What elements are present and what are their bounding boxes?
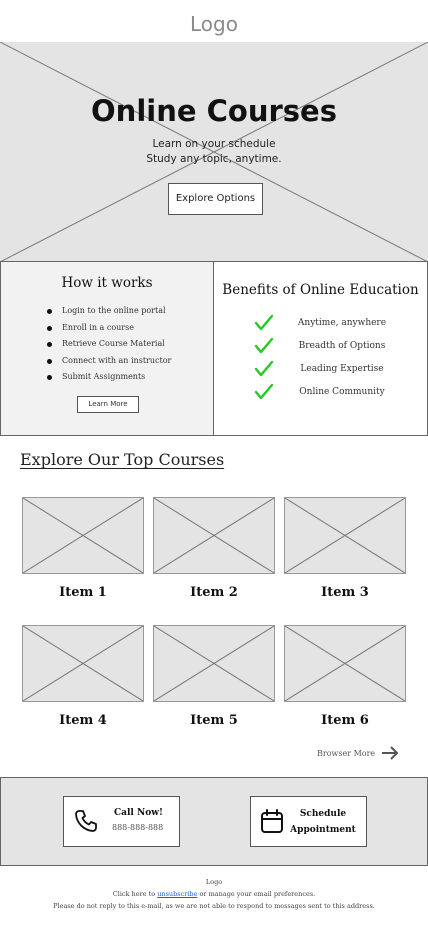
list-item: Retrieve Course Material (47, 339, 171, 356)
course-card-3[interactable]: Item 3 (284, 497, 406, 600)
info-panels: How it works Login to the online portal … (0, 262, 428, 436)
hero-subtitle-line2: Study any topic, anytime. (146, 153, 282, 165)
course-label[interactable]: Item 2 (153, 585, 275, 600)
schedule-label: Schedule Appointment (287, 806, 359, 838)
call-now-button[interactable]: Call Now! 888-888-888 (63, 796, 180, 847)
course-label[interactable]: Item 1 (22, 585, 144, 600)
how-it-works-title: How it works (61, 275, 153, 291)
steps-list: Login to the online portal Enroll in a c… (47, 306, 171, 389)
footer: Logo Click here to unsubscribe or manage… (0, 876, 428, 912)
benefits-panel: Benefits of Online Education Anytime, an… (214, 262, 427, 435)
phone-number: 888-888-888 (112, 823, 164, 832)
list-item: Login to the online portal (47, 306, 171, 323)
list-item: Connect with an instructor (47, 356, 171, 373)
course-label[interactable]: Item 6 (284, 713, 406, 728)
course-card-2[interactable]: Item 2 (153, 497, 275, 600)
schedule-line1: Schedule (299, 809, 347, 819)
hero-title: Online Courses (91, 94, 337, 128)
footer-suffix: or manage your email preferences. (197, 890, 316, 898)
hero-banner: Online Courses Learn on your schedule St… (0, 42, 428, 262)
list-item: Online Community (254, 380, 396, 403)
footer-preferences-line: Click here to unsubscribe or manage your… (0, 888, 428, 900)
how-it-works-panel: How it works Login to the online portal … (1, 262, 214, 435)
image-placeholder-icon (285, 626, 405, 701)
course-card-6[interactable]: Item 6 (284, 625, 406, 728)
footer-logo: Logo (205, 878, 223, 886)
footer-prefix: Click here to (112, 890, 158, 898)
course-card-1[interactable]: Item 1 (22, 497, 144, 600)
course-image-placeholder[interactable] (22, 625, 144, 702)
list-item: Leading Expertise (254, 357, 396, 380)
check-icon (254, 337, 274, 353)
schedule-appointment-button[interactable]: Schedule Appointment (250, 796, 367, 847)
list-item: Submit Assignments (47, 372, 171, 389)
list-item: Breadth of Options (254, 334, 396, 357)
browse-more-label[interactable]: Browser More (317, 749, 375, 758)
check-icon (254, 314, 274, 330)
course-image-placeholder[interactable] (153, 497, 275, 574)
image-placeholder-icon (154, 626, 274, 701)
top-courses-title: Explore Our Top Courses (20, 450, 225, 469)
calendar-icon (261, 809, 283, 833)
call-now-label: Call Now! (114, 808, 163, 818)
arrow-right-icon[interactable] (381, 746, 399, 760)
image-placeholder-icon (23, 498, 143, 573)
check-icon (254, 383, 274, 399)
benefits-title: Benefits of Online Education (222, 282, 419, 298)
course-image-placeholder[interactable] (284, 497, 406, 574)
explore-options-button[interactable]: Explore Options (168, 183, 263, 215)
hero-subtitle-line1: Learn on your schedule (152, 138, 276, 150)
course-image-placeholder[interactable] (22, 497, 144, 574)
benefit-label: Anytime, anywhere (297, 317, 387, 328)
logo[interactable]: Logo (0, 12, 428, 36)
footer-disclaimer: Please do not reply to this e-mail, as w… (53, 902, 375, 910)
benefit-label: Breadth of Options (298, 340, 386, 351)
course-card-4[interactable]: Item 4 (22, 625, 144, 728)
course-label[interactable]: Item 3 (284, 585, 406, 600)
browse-more-link[interactable]: Browser More (317, 746, 399, 760)
learn-more-button[interactable]: Learn More (77, 396, 139, 413)
course-label[interactable]: Item 5 (153, 713, 275, 728)
unsubscribe-link[interactable]: unsubscribe (157, 890, 197, 898)
benefit-label: Online Community (299, 386, 385, 397)
schedule-line2: Appointment (290, 825, 356, 835)
contact-bar: Call Now! 888-888-888 Schedule Appointme… (0, 777, 428, 866)
benefits-list: Anytime, anywhere Breadth of Options Lea… (254, 311, 396, 403)
course-label[interactable]: Item 4 (22, 713, 144, 728)
image-placeholder-icon (23, 626, 143, 701)
list-item: Enroll in a course (47, 323, 171, 340)
hero-image-placeholder (0, 42, 428, 261)
course-image-placeholder[interactable] (284, 625, 406, 702)
benefit-label: Leading Expertise (300, 363, 384, 374)
image-placeholder-icon (285, 498, 405, 573)
phone-icon (75, 810, 97, 832)
list-item: Anytime, anywhere (254, 311, 396, 334)
image-placeholder-icon (154, 498, 274, 573)
check-icon (254, 360, 274, 376)
course-image-placeholder[interactable] (153, 625, 275, 702)
course-card-5[interactable]: Item 5 (153, 625, 275, 728)
